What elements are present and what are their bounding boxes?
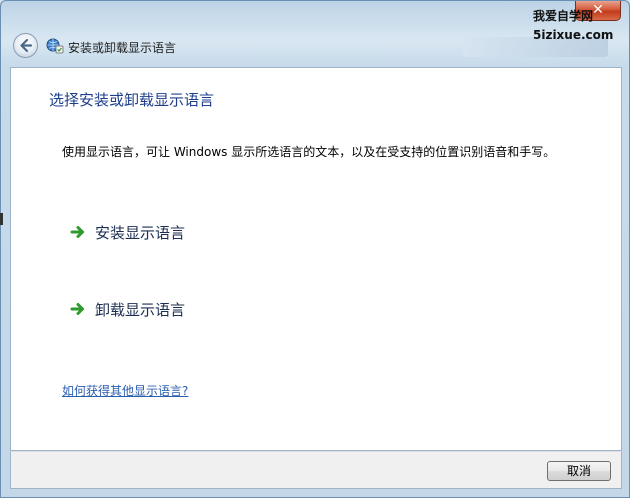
dialog-window: ✕ 安装或卸载显示语言 我爱自学网 5izixue.com 选择安装或卸载显示语…	[0, 0, 630, 498]
breadcrumb-title: 安装或卸载显示语言	[68, 41, 177, 55]
help-link-other-languages[interactable]: 如何获得其他显示语言?	[62, 382, 188, 399]
page-title: 选择安装或卸载显示语言	[49, 91, 215, 109]
title-bar: ✕ 安装或卸载显示语言 我爱自学网 5izixue.com	[1, 1, 629, 65]
uninstall-display-language-label: 卸载显示语言	[95, 300, 186, 319]
watermark-line-2: 5izixue.com	[533, 28, 614, 42]
language-globe-icon	[46, 38, 64, 54]
watermark-line-1: 我爱自学网	[533, 9, 594, 23]
window-edge-mark	[0, 213, 3, 225]
cancel-button[interactable]: 取消	[547, 461, 611, 481]
back-button[interactable]	[13, 33, 38, 58]
install-display-language-link[interactable]: 安装显示语言	[70, 221, 185, 243]
green-arrow-icon	[70, 226, 84, 238]
page-description: 使用显示语言，可让 Windows 显示所选语言的文本，以及在受支持的位置识别语…	[62, 145, 556, 159]
watermark: 我爱自学网 5izixue.com	[533, 7, 623, 45]
content-pane: 选择安装或卸载显示语言 使用显示语言，可让 Windows 显示所选语言的文本，…	[10, 67, 622, 451]
back-arrow-icon	[20, 38, 33, 53]
uninstall-display-language-link[interactable]: 卸载显示语言	[70, 298, 185, 320]
green-arrow-icon	[70, 303, 84, 315]
dialog-footer: 取消	[10, 451, 622, 489]
install-display-language-label: 安装显示语言	[95, 223, 186, 242]
